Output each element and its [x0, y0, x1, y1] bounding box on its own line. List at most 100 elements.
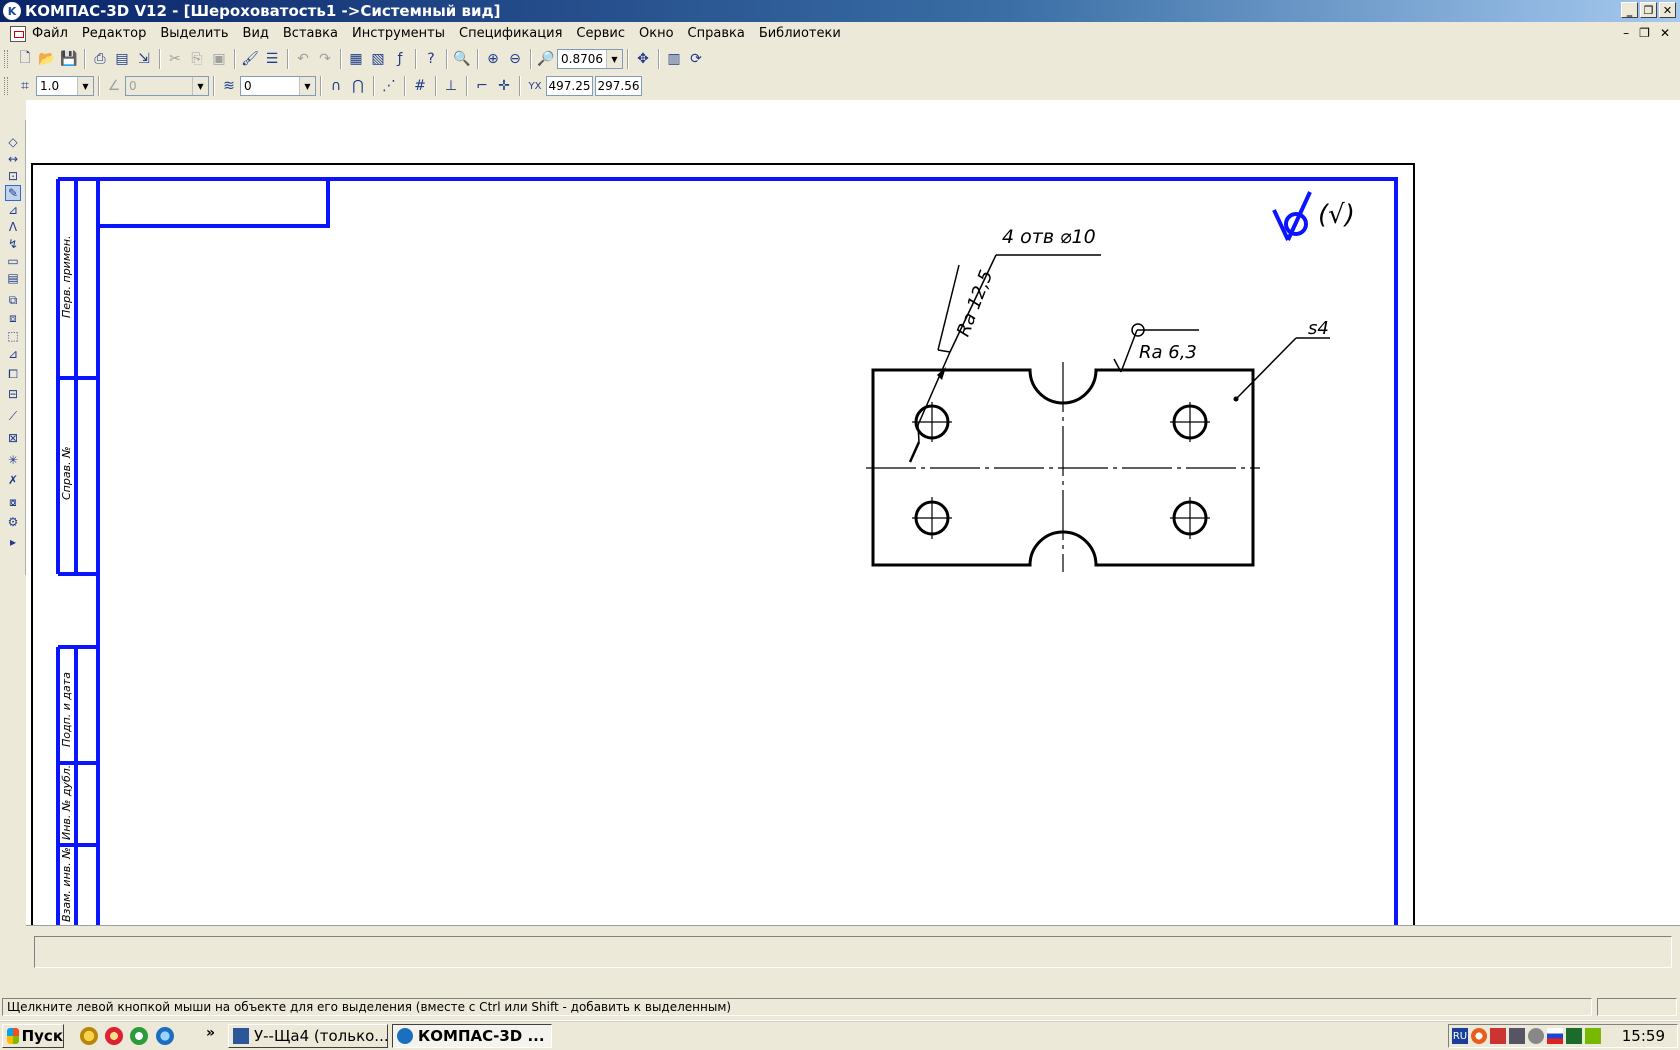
save-icon[interactable]: 💾 [58, 48, 80, 70]
tool-icon[interactable]: ⬚ [5, 328, 21, 344]
spec-icon[interactable]: ▤ [5, 270, 21, 286]
restore-button[interactable]: ❐ [1640, 2, 1657, 18]
language-indicator[interactable]: RU [1452, 1028, 1468, 1044]
new-document-icon[interactable]: 🗋 [14, 48, 36, 70]
tray-app-icon[interactable] [1490, 1028, 1506, 1044]
layer-combo[interactable]: 0 ▼ [240, 76, 316, 96]
paste-icon[interactable]: ▣ [208, 48, 230, 70]
menu-specification[interactable]: Спецификация [459, 26, 562, 41]
rebuild-icon[interactable]: ▥ [663, 48, 685, 70]
tool-icon[interactable]: ⚙ [5, 514, 21, 530]
cursor-snap-icon[interactable]: ✛ [493, 75, 515, 97]
keyboard-layout-icon[interactable] [1547, 1028, 1563, 1044]
redo-icon[interactable]: ↷ [314, 48, 336, 70]
internet-explorer-icon[interactable] [156, 1027, 174, 1045]
properties-icon[interactable]: ☰ [261, 48, 283, 70]
print-preview-icon[interactable]: ▤ [111, 48, 133, 70]
snap-magnet-icon[interactable]: ∩ [325, 75, 347, 97]
angle-combo[interactable]: 0 ▼ [125, 76, 209, 96]
doc-restore-button[interactable]: ❐ [1639, 26, 1650, 40]
clock[interactable]: 15:59 [1622, 1027, 1665, 1045]
chevron-down-icon[interactable]: ▼ [299, 77, 315, 95]
measure-icon[interactable]: ↯ [5, 236, 21, 252]
doc-close-button[interactable]: ✕ [1660, 26, 1670, 40]
tool-icon[interactable]: ⧇ [5, 494, 21, 510]
grid-step-icon[interactable]: ⌗ [14, 75, 36, 97]
expand-icon[interactable]: ▸ [5, 534, 21, 550]
minimize-button[interactable]: _ [1621, 2, 1638, 18]
menu-insert[interactable]: Вставка [283, 26, 338, 41]
tool-icon[interactable]: ⊠ [5, 430, 21, 446]
browser-tray-icon[interactable] [1471, 1028, 1487, 1044]
snap-settings-icon[interactable]: ⋂ [347, 75, 369, 97]
zoom-out-icon[interactable]: ⊖ [504, 48, 526, 70]
print-icon[interactable]: ⎙ [89, 48, 111, 70]
chevron-down-icon[interactable]: ▼ [77, 77, 93, 95]
refresh-icon[interactable]: ⟳ [685, 48, 707, 70]
tool-icon[interactable]: ⊟ [5, 386, 21, 402]
dimensions-icon[interactable]: ↔ [5, 151, 21, 167]
angle-icon[interactable]: ∠ [103, 75, 125, 97]
variables-icon[interactable]: ƒ [389, 48, 411, 70]
grid-icon[interactable]: # [409, 75, 431, 97]
local-cs-icon[interactable]: ⊥ [440, 75, 462, 97]
tool-icon[interactable]: ⊿ [5, 346, 21, 362]
utorrent-icon[interactable] [130, 1027, 148, 1045]
doc-minimize-button[interactable]: – [1623, 26, 1629, 40]
menu-view[interactable]: Вид [243, 26, 269, 41]
copy-icon[interactable]: ⎘ [186, 48, 208, 70]
open-folder-icon[interactable]: 📂 [36, 48, 58, 70]
manager-icon[interactable]: ▦ [345, 48, 367, 70]
close-button[interactable]: ✕ [1659, 2, 1676, 18]
task-word-document[interactable]: У--Ща4 (только... [228, 1024, 388, 1048]
tool-icon[interactable]: ✳ [5, 452, 21, 468]
toolbar-grip[interactable] [4, 50, 8, 68]
format-brush-icon[interactable]: 🖌 [239, 48, 261, 70]
tool-icon[interactable]: ⧈ [5, 310, 21, 326]
parametrize-icon[interactable]: Λ [5, 219, 21, 235]
toolbar-grip[interactable] [4, 77, 8, 95]
menu-tools[interactable]: Инструменты [352, 26, 445, 41]
property-field[interactable] [34, 936, 1672, 968]
coord-x-field[interactable]: 497.25 [546, 76, 593, 96]
quicklaunch-overflow[interactable]: » [206, 1025, 215, 1041]
tray-app-icon[interactable] [1528, 1028, 1544, 1044]
document-icon[interactable] [10, 25, 26, 42]
title-bar[interactable]: K КОМПАС-3D V12 - [Шероховатость1 ->Сист… [0, 0, 1680, 22]
menu-service[interactable]: Сервис [576, 26, 625, 41]
step-combo[interactable]: 1.0 ▼ [36, 76, 94, 96]
menu-select[interactable]: Выделить [160, 26, 228, 41]
geometry-icon[interactable]: ◇ [5, 134, 21, 150]
zoom-in-icon[interactable]: ⊕ [482, 48, 504, 70]
tray-app-icon[interactable] [1566, 1028, 1582, 1044]
drawing-canvas[interactable]: 4 отв ⌀10 Ra 12,5 Ra 6,3 s4 (√) Перв. пр… [26, 100, 1680, 925]
ortho-icon[interactable]: ⌐ [471, 75, 493, 97]
select-icon[interactable]: ▭ [5, 253, 21, 269]
cut-icon[interactable]: ✂ [164, 48, 186, 70]
menu-window[interactable]: Окно [639, 26, 674, 41]
layer-state-icon[interactable]: ⋰ [378, 75, 400, 97]
menu-editor[interactable]: Редактор [82, 26, 146, 41]
delete-icon[interactable]: ✗ [5, 472, 21, 488]
library-icon[interactable]: ▧ [367, 48, 389, 70]
export-icon[interactable]: ⇲ [133, 48, 155, 70]
menu-help[interactable]: Справка [688, 26, 745, 41]
tool-icon[interactable]: ⟋ [5, 408, 21, 424]
zoom-window-icon[interactable]: 🔍 [451, 48, 473, 70]
chevron-down-icon[interactable]: ▼ [192, 77, 208, 95]
roughness-tool-icon[interactable]: ✎ [5, 185, 21, 201]
start-button[interactable]: Пуск [2, 1024, 64, 1048]
edit-icon[interactable]: ⊿ [5, 202, 21, 218]
tool-icon[interactable]: ⧠ [5, 366, 21, 382]
quicklaunch-app-icon[interactable] [80, 1027, 98, 1045]
layers-icon[interactable]: ≋ [218, 75, 240, 97]
nvidia-icon[interactable] [1585, 1028, 1601, 1044]
kompas-app-icon[interactable]: K [3, 2, 21, 20]
task-kompas[interactable]: КОМПАС-3D ... [392, 1024, 552, 1048]
pan-icon[interactable]: ✥ [632, 48, 654, 70]
coord-y-field[interactable]: 297.56 [595, 76, 642, 96]
menu-file[interactable]: Файл [32, 26, 68, 41]
zoom-scale-icon[interactable]: 🔎 [535, 48, 557, 70]
tool-icon[interactable]: ⧉ [5, 292, 21, 308]
tray-app-icon[interactable] [1509, 1028, 1525, 1044]
